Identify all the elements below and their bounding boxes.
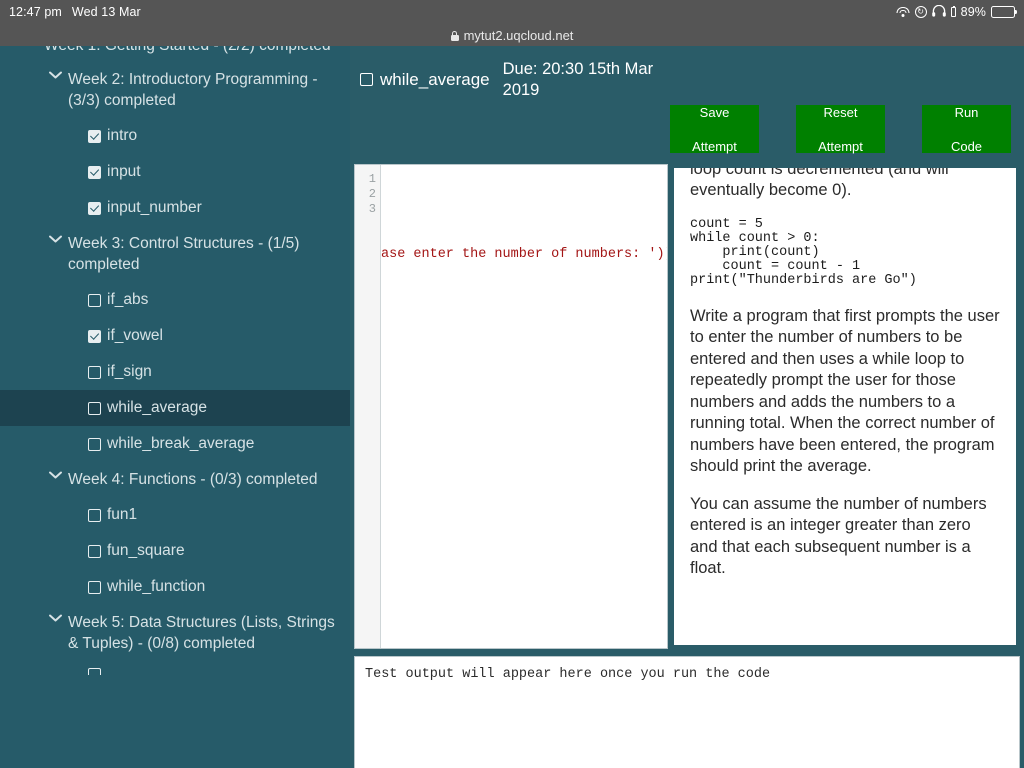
sidebar-item-label: while_break_average — [107, 435, 255, 452]
sidebar-week-label: Week 3: Control Structures - (1/5) compl… — [68, 235, 300, 273]
line-number: 1 — [368, 172, 376, 186]
instructions-paragraph-2: Write a program that first prompts the u… — [690, 306, 1000, 476]
checkbox-unchecked-icon[interactable] — [88, 365, 101, 379]
lock-icon — [450, 31, 459, 41]
status-bar-right: ↻ 89% — [896, 0, 1018, 24]
run-code-line2: Code — [950, 138, 983, 154]
checkbox-checked-icon[interactable] — [88, 329, 101, 343]
run-code-line1: Run — [954, 104, 979, 120]
sidebar-item-label: while_function — [107, 578, 206, 595]
reset-attempt-button[interactable]: Reset Attempt — [796, 104, 885, 154]
instructions-paragraph-3: You can assume the number of numbers ent… — [690, 494, 987, 578]
save-attempt-button[interactable]: Save Attempt — [670, 104, 759, 154]
sidebar-item-while-function[interactable]: while_function — [0, 569, 350, 605]
sidebar-item-fun1[interactable]: fun1 — [0, 497, 350, 533]
editor-code-area[interactable]: ase enter the number of numbers: ')) — [381, 172, 667, 642]
sidebar-item-label: input_number — [107, 199, 202, 216]
task-completion-checkbox[interactable] — [360, 73, 373, 86]
editor-instructions-panes: 1 2 3 ase enter the number of numbers: '… — [354, 164, 1020, 649]
sidebar-item-fun-square[interactable]: fun_square — [0, 533, 350, 569]
line-number: 2 — [368, 187, 376, 201]
sidebar-week-header-week5[interactable]: Week 5: Data Structures (Lists, Strings … — [0, 605, 350, 661]
code-editor[interactable]: 1 2 3 ase enter the number of numbers: '… — [354, 164, 668, 649]
checkbox-checked-icon[interactable] — [88, 129, 101, 143]
sidebar-item-if-sign[interactable]: if_sign — [0, 354, 350, 390]
instructions-code-example: count = 5 while count > 0: print(count) … — [690, 216, 917, 288]
sidebar-item-intro[interactable]: intro — [0, 118, 350, 154]
reset-attempt-line2: Attempt — [818, 138, 863, 154]
instructions-panel[interactable]: loop count is decremented (and will even… — [670, 164, 1020, 649]
chevron-down-icon — [49, 235, 62, 243]
output-panel[interactable]: Test output will appear here once you ru… — [354, 656, 1020, 768]
checkbox-unchecked-icon[interactable] — [88, 293, 101, 307]
chevron-down-icon — [49, 614, 62, 622]
sidebar-week-header-week4[interactable]: Week 4: Functions - (0/3) completed — [0, 462, 350, 497]
sidebar-week-header-week3[interactable]: Week 3: Control Structures - (1/5) compl… — [0, 226, 350, 282]
checkbox-unchecked-icon[interactable] — [88, 544, 101, 558]
instructions-clipped-line: loop count is decremented (and will — [690, 168, 949, 178]
checkbox-unchecked-icon[interactable] — [88, 668, 101, 675]
checkbox-unchecked-icon[interactable] — [88, 580, 101, 594]
chevron-down-icon — [49, 471, 62, 479]
instructions-paragraph-1: eventually become 0). — [690, 181, 852, 199]
sidebar-item-label: input — [107, 163, 141, 180]
output-text: Test output will appear here once you ru… — [365, 667, 771, 682]
sidebar-week-header-week2[interactable]: Week 2: Introductory Programming - (3/3)… — [0, 62, 350, 118]
code-line-2: ase enter the number of numbers: ')) — [381, 247, 667, 262]
reset-attempt-line1: Reset — [823, 104, 858, 120]
sidebar-item-while-average[interactable]: while_average — [0, 390, 350, 426]
chevron-down-icon — [49, 71, 62, 79]
sidebar-item-label: if_abs — [107, 291, 149, 308]
checkbox-unchecked-icon[interactable] — [88, 401, 101, 415]
editor-line-number-gutter: 1 2 3 — [355, 165, 381, 648]
battery-percent-label: 89% — [960, 5, 986, 19]
orientation-lock-icon: ↻ — [914, 6, 927, 18]
sidebar-week-label: Week 2: Introductory Programming - (3/3)… — [68, 71, 318, 109]
task-header-bar: while_average Due: 20:30 15th Mar 2019 — [350, 46, 1024, 113]
checkbox-checked-icon[interactable] — [88, 165, 101, 179]
sidebar-item-label: if_vowel — [107, 327, 163, 344]
checkbox-checked-icon[interactable] — [88, 201, 101, 215]
sidebar-week-label: Week 4: Functions - (0/3) completed — [68, 471, 318, 488]
sidebar-item-label: while_average — [107, 399, 207, 416]
url-text: mytut2.uqcloud.net — [463, 27, 574, 43]
page-body: Week 1: Getting Started - (2/2) complete… — [0, 46, 1024, 768]
sidebar-item-if-abs[interactable]: if_abs — [0, 282, 350, 318]
sidebar-item-input-number[interactable]: input_number — [0, 190, 350, 226]
ios-status-bar: 12:47 pm Wed 13 Mar ↻ 89% — [0, 0, 1024, 24]
page-title: while_average — [380, 69, 490, 89]
checkbox-unchecked-icon[interactable] — [88, 437, 101, 451]
sidebar-week-label: Week 5: Data Structures (Lists, Strings … — [68, 614, 335, 652]
small-battery-icon — [950, 5, 956, 17]
course-sidebar[interactable]: Week 1: Getting Started - (2/2) complete… — [0, 46, 350, 768]
line-number: 3 — [368, 202, 376, 216]
headphones-icon — [931, 4, 946, 20]
status-bar-left: 12:47 pm Wed 13 Mar — [0, 5, 141, 19]
status-bar-time: 12:47 pm — [9, 5, 62, 19]
save-attempt-line1: Save — [699, 104, 730, 120]
run-code-button[interactable]: Run Code — [922, 104, 1011, 154]
main-content: while_average Due: 20:30 15th Mar 2019 S… — [350, 46, 1024, 768]
sidebar-item-label: if_sign — [107, 363, 152, 380]
save-attempt-line2: Attempt — [692, 138, 737, 154]
browser-url-bar[interactable]: mytut2.uqcloud.net — [0, 24, 1024, 46]
instructions-content: loop count is decremented (and will even… — [674, 168, 1016, 580]
status-bar-date: Wed 13 Mar — [71, 5, 141, 19]
sidebar-item-while-break-average[interactable]: while_break_average — [0, 426, 350, 462]
checkbox-unchecked-icon[interactable] — [88, 508, 101, 522]
battery-icon — [991, 6, 1018, 18]
sidebar-item-label: fun1 — [107, 506, 138, 523]
due-date-label: Due: 20:30 15th Mar 2019 — [502, 59, 654, 99]
sidebar-item-label: fun_square — [107, 542, 185, 559]
sidebar-item-if-vowel[interactable]: if_vowel — [0, 318, 350, 354]
sidebar-item-input[interactable]: input — [0, 154, 350, 190]
sidebar-clipped-week-header[interactable]: Week 1: Getting Started - (2/2) complete… — [0, 46, 350, 62]
sidebar-item-label: intro — [107, 127, 138, 144]
wifi-icon — [896, 6, 910, 18]
sidebar-item-clipped[interactable] — [0, 661, 350, 675]
